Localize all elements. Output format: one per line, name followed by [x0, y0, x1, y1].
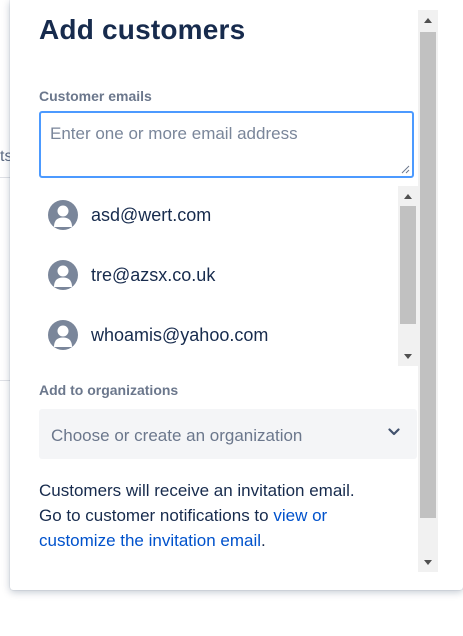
suggestion-list-scrollbar[interactable]	[398, 186, 418, 366]
dialog-scrollbar[interactable]	[418, 10, 438, 572]
customer-emails-input[interactable]: Enter one or more email address	[39, 111, 414, 178]
resize-grip-icon[interactable]	[400, 164, 410, 174]
suggestion-item[interactable]: tre@azsx.co.uk	[39, 246, 394, 306]
scroll-down-arrow-icon[interactable]	[418, 554, 438, 570]
info-line-1: Customers will receive an invitation ema…	[39, 481, 355, 500]
background-divider	[0, 380, 10, 381]
user-avatar-icon	[48, 260, 78, 290]
suggestion-email: asd@wert.com	[91, 205, 212, 225]
scroll-down-arrow-icon[interactable]	[398, 348, 418, 364]
organization-placeholder: Choose or create an organization	[51, 426, 303, 445]
info-suffix: .	[261, 531, 266, 550]
add-customers-dialog: Add customers Customer emails Enter one …	[10, 0, 463, 590]
scroll-up-arrow-icon[interactable]	[418, 12, 438, 28]
user-avatar-icon	[48, 320, 78, 350]
scroll-up-arrow-icon[interactable]	[398, 188, 418, 204]
invitation-info-text: Customers will receive an invitation ema…	[39, 478, 399, 553]
chevron-down-icon	[388, 428, 400, 436]
suggestion-email: tre@azsx.co.uk	[91, 265, 216, 285]
dialog-title: Add customers	[39, 14, 246, 45]
scrollbar-thumb[interactable]	[420, 32, 436, 518]
scrollbar-thumb[interactable]	[400, 206, 416, 324]
info-line-2: Go to customer notifications to	[39, 506, 274, 525]
organization-select[interactable]: Choose or create an organization	[39, 409, 417, 459]
email-suggestion-list: asd@wert.com tre@azsx.co.uk whoamis@yaho…	[39, 186, 418, 366]
customer-emails-placeholder: Enter one or more email address	[50, 124, 298, 143]
user-avatar-icon	[48, 200, 78, 230]
suggestion-email: whoamis@yahoo.com	[91, 325, 269, 345]
customer-emails-label: Customer emails	[39, 88, 152, 104]
suggestion-item[interactable]: whoamis@yahoo.com	[39, 306, 394, 366]
organizations-label: Add to organizations	[39, 382, 179, 398]
suggestion-item[interactable]: asd@wert.com	[39, 186, 394, 246]
background-divider	[0, 177, 10, 178]
